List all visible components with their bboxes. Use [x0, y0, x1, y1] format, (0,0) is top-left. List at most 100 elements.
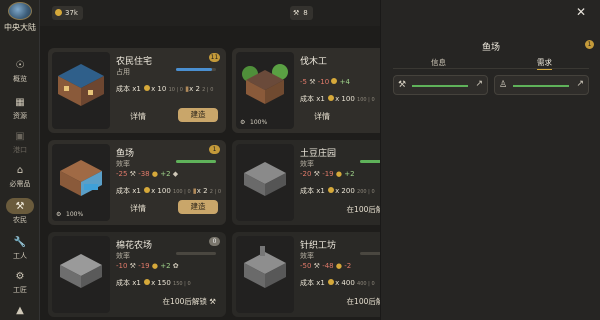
io-consume-2: -19 [138, 262, 150, 270]
tools-icon: ⚙ [15, 271, 25, 282]
io-row: -10 ⚒ -19 ● +2 ✿ [116, 262, 179, 270]
hammer-icon: ⚒ [129, 262, 136, 270]
building-image: ⚙ 100% [52, 144, 110, 221]
cost-coins-muted: 10 | 0 [168, 87, 183, 93]
count-badge: 11 [209, 53, 220, 62]
count-badge: 1 [585, 40, 594, 49]
cost-coins: x 200 [335, 187, 355, 195]
tab-info[interactable]: 信息 [431, 57, 446, 68]
coin-icon [328, 279, 335, 285]
io-row: -25 ⚒ -38 ● +2 ◆ [116, 170, 178, 178]
tools-value: 8 [303, 9, 308, 17]
building-image: ⚙ 100% [236, 52, 294, 129]
region-name: 中央大陆 [4, 23, 36, 32]
details-button[interactable]: 详情 [130, 111, 146, 122]
count-badge: 1 [209, 145, 220, 154]
nav-port[interactable]: ▣ 港口 [0, 131, 40, 155]
details-button[interactable]: 详情 [130, 203, 146, 214]
io-produce: -2 [344, 262, 352, 270]
building-status: 效率 [116, 160, 130, 168]
efficiency-bar [176, 252, 216, 255]
building-image [236, 236, 294, 313]
io-produce: +2 [160, 170, 171, 178]
warehouse-icon: ▦ [15, 97, 25, 108]
building-name: 伐木工 [300, 57, 328, 67]
hammer-icon: ⚒ [398, 80, 407, 90]
cost-coins: x 100 [335, 95, 355, 103]
requirement-item[interactable]: ♙ ↗ [494, 75, 589, 95]
details-button[interactable]: 详情 [314, 111, 330, 122]
nav-workers[interactable]: 🔧 工人 [0, 237, 40, 261]
efficiency-bar [176, 160, 216, 163]
cost-coins-muted: 150 | 0 [173, 281, 191, 287]
nav-overview[interactable]: ☉ 概览 [0, 60, 40, 84]
nav-label: 农民 [13, 216, 27, 224]
cost-wood: x 2 [189, 85, 200, 93]
requirement-item[interactable]: ⚒ ↗ [393, 75, 488, 95]
cost-label: 成本 x1 [116, 279, 141, 287]
coins-counter[interactable]: 37k [52, 6, 83, 20]
building-name: 鱼场 [116, 149, 135, 159]
efficiency-percent: 100% [250, 119, 268, 126]
occupancy-bar [176, 68, 216, 71]
nav-farmers[interactable]: ⚒ 农民 [0, 198, 40, 225]
chart-icon: ▲ [16, 305, 24, 316]
count-badge: 0 [209, 237, 220, 246]
close-icon[interactable]: ✕ [576, 5, 586, 19]
io-consume-1: -50 [300, 262, 312, 270]
io-consume-1: -25 [116, 170, 128, 178]
io-consume-1: -20 [300, 170, 312, 178]
gear-icon: ⚙ [56, 211, 62, 218]
requirement-progress [412, 85, 468, 87]
hammer-icon: ⚒ [129, 170, 136, 178]
nav-stats[interactable]: ▲ [0, 305, 40, 317]
coin-icon [144, 187, 151, 193]
worker-icon: ♙ [499, 80, 508, 90]
cost-row: 成本 x1 x 200 200 | 0 [300, 186, 375, 196]
nav-label: 工匠 [13, 286, 27, 294]
external-link-icon[interactable]: ↗ [576, 79, 584, 89]
nav-label: 概览 [13, 75, 27, 83]
cost-row: 成本 x1 x 10 10 | 0 ▮x 2 2 | 0 [116, 84, 213, 94]
building-card-fishery[interactable]: ⚙ 100% 鱼场 效率 1 -25 ⚒ -38 ● +2 ◆ 成本 x1 x … [48, 140, 226, 225]
build-button[interactable]: 建造 [178, 108, 218, 122]
lock-icon: ▣ [15, 131, 25, 142]
nav-artisans[interactable]: ⚙ 工匠 [0, 271, 40, 295]
building-image [236, 144, 294, 221]
cost-label: 成本 x1 [116, 85, 141, 93]
building-status: 效率 [116, 252, 130, 260]
build-button[interactable]: 建造 [178, 200, 218, 214]
building-status: 效率 [300, 160, 314, 168]
building-image [52, 236, 110, 313]
efficiency-percent: 100% [66, 211, 84, 218]
hammer-icon: ⚒ [293, 9, 300, 17]
building-detail-panel: ✕ 鱼场 1 信息 需求 ⚒ ↗ ♙ ↗ [380, 0, 600, 320]
cost-coins-muted: 100 | 0 [173, 189, 191, 195]
coin-icon: ● [151, 170, 158, 178]
hammer-icon: ⚒ [313, 170, 320, 178]
cost-row: 成本 x1 x 400 400 | 0 [300, 278, 375, 288]
io-row: -5 ⚒ -10 +4 [300, 78, 350, 86]
hammer-icon: ⚒ [313, 262, 320, 270]
building-card-cotton-farm[interactable]: 棉花农场 效率 0 -10 ⚒ -19 ● +2 ✿ 成本 x1 x 150 1… [48, 232, 226, 317]
io-consume-2: -38 [138, 170, 150, 178]
region-selector[interactable]: 中央大陆 [0, 0, 40, 38]
cost-label: 成本 x1 [116, 187, 141, 195]
tools-counter[interactable]: ⚒ 8 [290, 6, 313, 20]
building-card-farmer-house[interactable]: 农民住宅 占用 11 成本 x1 x 10 10 | 0 ▮x 2 2 | 0 … [48, 48, 226, 133]
io-consume-2: -19 [322, 170, 334, 178]
panel-title: 鱼场 [481, 43, 500, 53]
cost-row: 成本 x1 x 150 150 | 0 [116, 278, 191, 288]
home-icon: ⌂ [16, 165, 24, 176]
io-produce: +2 [160, 262, 171, 270]
tab-divider [393, 68, 589, 69]
io-row: -50 ⚒ -48 ● -2 [300, 262, 351, 270]
nav-label: 必需品 [9, 180, 31, 188]
external-link-icon[interactable]: ↗ [475, 79, 483, 89]
io-produce: +2 [344, 170, 355, 178]
building-name: 农民住宅 [116, 57, 153, 67]
nav-resources[interactable]: ▦ 资源 [0, 97, 40, 121]
nav-label: 资源 [13, 112, 27, 120]
gear-icon: ⚙ [240, 119, 246, 126]
nav-necessities[interactable]: ⌂ 必需品 [0, 165, 40, 189]
